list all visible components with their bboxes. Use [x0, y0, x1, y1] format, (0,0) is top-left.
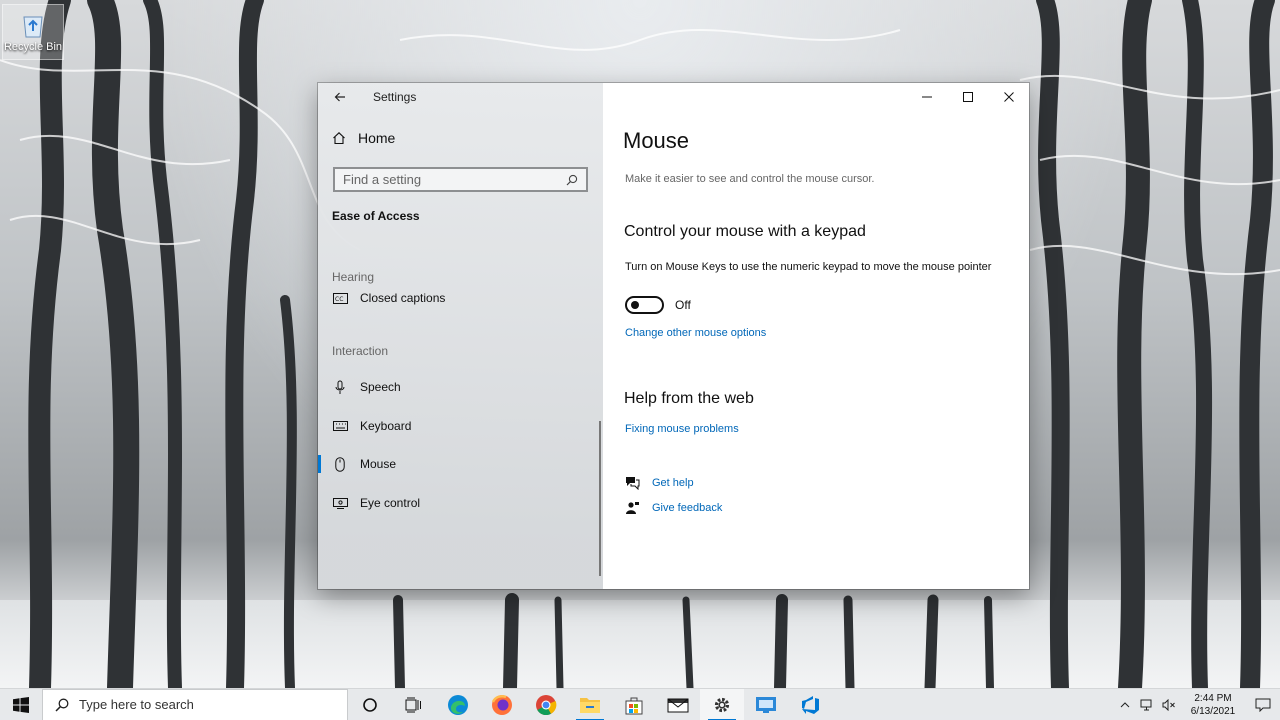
task-view-button[interactable]	[392, 689, 436, 720]
window-title: Settings	[373, 90, 417, 104]
recycle-bin-label: Recycle Bin	[3, 41, 63, 53]
search-icon	[566, 174, 578, 185]
give-feedback-icon	[624, 500, 640, 516]
store-app[interactable]	[612, 689, 656, 720]
change-mouse-options-link[interactable]: Change other mouse options	[625, 327, 766, 339]
keyboard-icon	[332, 418, 348, 434]
clock[interactable]: 2:44 PM 6/13/2021	[1180, 692, 1246, 718]
system-tray: 2:44 PM 6/13/2021	[1114, 689, 1280, 720]
closed-captions-icon: CC	[332, 290, 348, 306]
chrome-app[interactable]	[524, 689, 568, 720]
file-explorer-app[interactable]	[568, 689, 612, 720]
close-icon	[1003, 91, 1014, 102]
find-setting-search[interactable]	[333, 167, 588, 192]
nav-item-label: Mouse	[360, 457, 397, 471]
nav-item-label: Keyboard	[360, 419, 412, 433]
group-hearing: Hearing	[332, 270, 375, 284]
section-title: Ease of Access	[332, 209, 420, 223]
remote-desktop-icon	[756, 696, 776, 713]
network-button[interactable]	[1136, 689, 1158, 720]
nav-item-speech[interactable]: Speech	[332, 375, 592, 399]
nav-item-label: Speech	[360, 380, 401, 394]
nav-item-label: Eye control	[360, 496, 421, 510]
chevron-up-icon	[1120, 702, 1130, 708]
minimize-icon	[921, 96, 932, 97]
nav-home[interactable]: Home	[332, 130, 395, 146]
toggle-knob	[631, 301, 639, 309]
taskbar-search[interactable]: Type here to search	[42, 688, 348, 720]
search-icon	[55, 698, 69, 712]
cortana-button[interactable]	[348, 689, 392, 720]
recycle-bin-icon	[23, 16, 43, 38]
settings-content: Mouse Make it easier to see and control …	[603, 83, 1029, 589]
notification-icon	[1255, 698, 1271, 712]
taskbar: Type here to search 2:44 PM 6/13/2021	[0, 688, 1280, 720]
task-view-icon	[405, 697, 421, 712]
page-title: Mouse	[623, 128, 690, 153]
action-center-button[interactable]	[1246, 689, 1280, 720]
page-description: Make it easier to see and control the mo…	[625, 173, 875, 185]
settings-window: Settings Home Ease of Access Hearing CC …	[318, 83, 1029, 589]
clock-time: 2:44 PM	[1194, 693, 1232, 704]
fixing-mouse-problems-link[interactable]: Fixing mouse problems	[625, 423, 739, 435]
cortana-icon	[363, 697, 377, 712]
azure-devops-icon	[802, 695, 819, 714]
maximize-button[interactable]	[947, 83, 988, 110]
gear-icon	[714, 697, 730, 712]
network-icon	[1140, 699, 1152, 711]
back-arrow-icon	[334, 92, 345, 102]
volume-button[interactable]	[1158, 689, 1180, 720]
volume-muted-icon	[1162, 699, 1175, 711]
edge-app[interactable]	[436, 689, 480, 720]
nav-item-keyboard[interactable]: Keyboard	[332, 414, 592, 438]
mail-app[interactable]	[656, 689, 700, 720]
recycle-bin[interactable]: Recycle Bin	[2, 4, 64, 60]
get-help-link[interactable]: Get help	[624, 475, 694, 491]
nav-item-eye-control[interactable]: Eye control	[332, 491, 592, 515]
microphone-icon	[332, 379, 348, 395]
get-help-icon	[624, 475, 640, 491]
group-interaction: Interaction	[332, 344, 389, 358]
find-setting-input[interactable]	[343, 172, 543, 187]
back-button[interactable]	[318, 83, 362, 111]
mouse-icon	[332, 456, 348, 472]
settings-nav-pane: Settings Home Ease of Access Hearing CC …	[318, 83, 603, 589]
window-controls	[906, 83, 1029, 110]
firefox-app[interactable]	[480, 689, 524, 720]
taskbar-search-placeholder: Type here to search	[79, 697, 194, 712]
home-icon	[333, 132, 345, 145]
azure-devops-app[interactable]	[788, 689, 832, 720]
nav-scrollbar[interactable]	[599, 421, 601, 576]
chrome-icon	[536, 694, 557, 715]
get-help-label: Get help	[652, 477, 694, 489]
title-bar: Settings	[318, 83, 603, 111]
maximize-icon	[962, 91, 973, 102]
show-hidden-icons-button[interactable]	[1114, 689, 1136, 720]
nav-item-mouse[interactable]: Mouse	[318, 452, 592, 476]
mouse-keys-description: Turn on Mouse Keys to use the numeric ke…	[625, 261, 992, 273]
nav-home-label: Home	[358, 130, 396, 146]
give-feedback-label: Give feedback	[652, 502, 723, 514]
keypad-heading: Control your mouse with a keypad	[624, 223, 866, 240]
mail-icon	[667, 698, 689, 712]
nav-item-closed-captions[interactable]: CC Closed captions	[332, 286, 592, 310]
clock-date: 6/13/2021	[1190, 706, 1236, 717]
edge-icon	[448, 694, 468, 715]
firefox-icon	[491, 694, 512, 715]
eye-control-icon	[332, 495, 348, 511]
svg-text:CC: CC	[335, 296, 343, 303]
toggle-state-label: Off	[675, 298, 691, 312]
windows-logo-icon	[13, 696, 29, 713]
remote-desktop-app[interactable]	[744, 689, 788, 720]
help-heading: Help from the web	[624, 390, 754, 407]
minimize-button[interactable]	[906, 83, 947, 110]
close-button[interactable]	[988, 83, 1029, 110]
mouse-keys-toggle[interactable]	[625, 296, 664, 314]
nav-item-label: Closed captions	[360, 291, 446, 305]
settings-app[interactable]	[700, 688, 744, 720]
give-feedback-link[interactable]: Give feedback	[624, 500, 722, 516]
file-explorer-icon	[580, 697, 600, 713]
start-button[interactable]	[0, 689, 42, 720]
store-icon	[625, 697, 643, 714]
